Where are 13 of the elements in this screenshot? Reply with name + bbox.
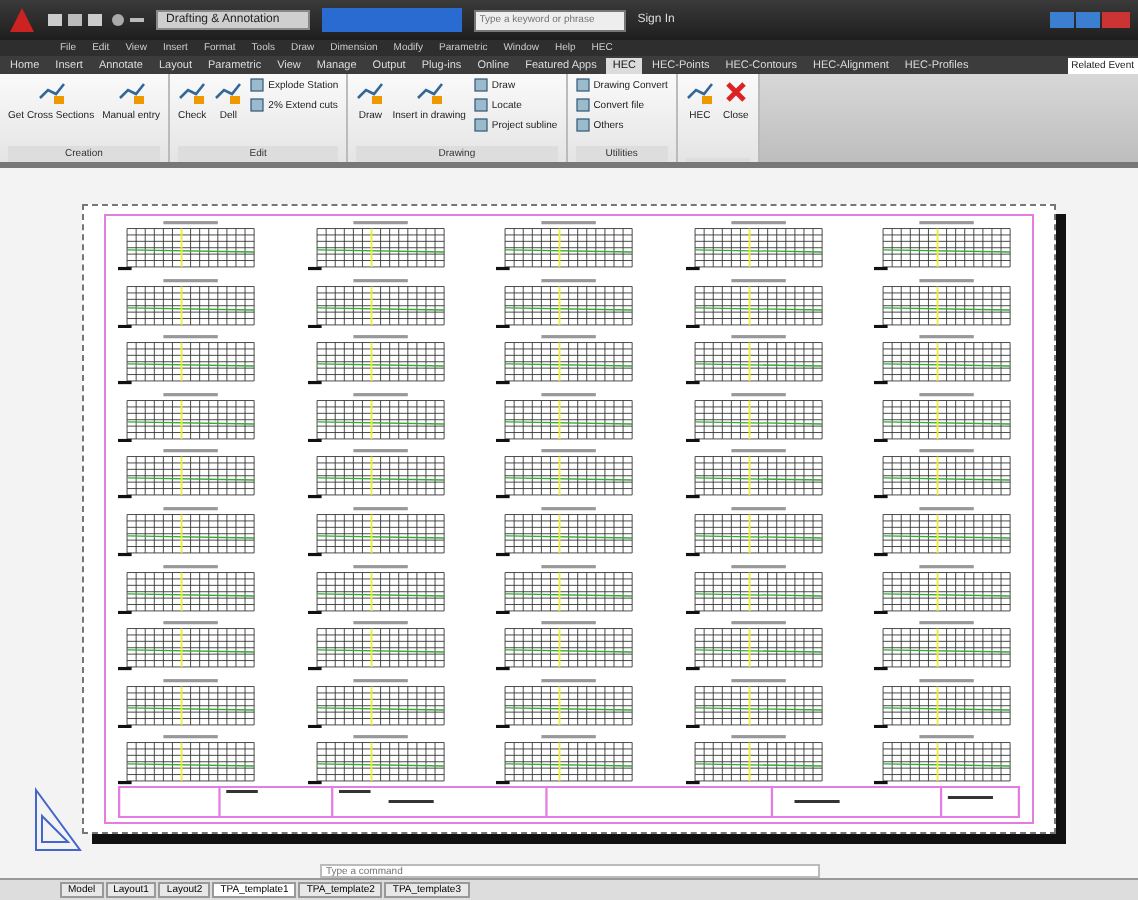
profile-tool-icon — [685, 78, 714, 106]
window-controls-drawing[interactable] — [1050, 10, 1130, 30]
profile-tool-icon — [356, 78, 385, 106]
profile-tool-icon — [415, 78, 444, 106]
profile-tool-icon — [37, 78, 66, 106]
close-icon — [721, 78, 750, 106]
ucs-axis-icon — [32, 786, 84, 854]
profile-tool-icon — [178, 78, 207, 106]
app-logo-icon[interactable] — [8, 6, 36, 34]
profile-tool-icon — [117, 78, 146, 106]
profile-tool-icon — [214, 78, 243, 106]
document-title-bar — [321, 8, 462, 32]
quick-access-toolbar-drawing[interactable] — [48, 10, 144, 30]
